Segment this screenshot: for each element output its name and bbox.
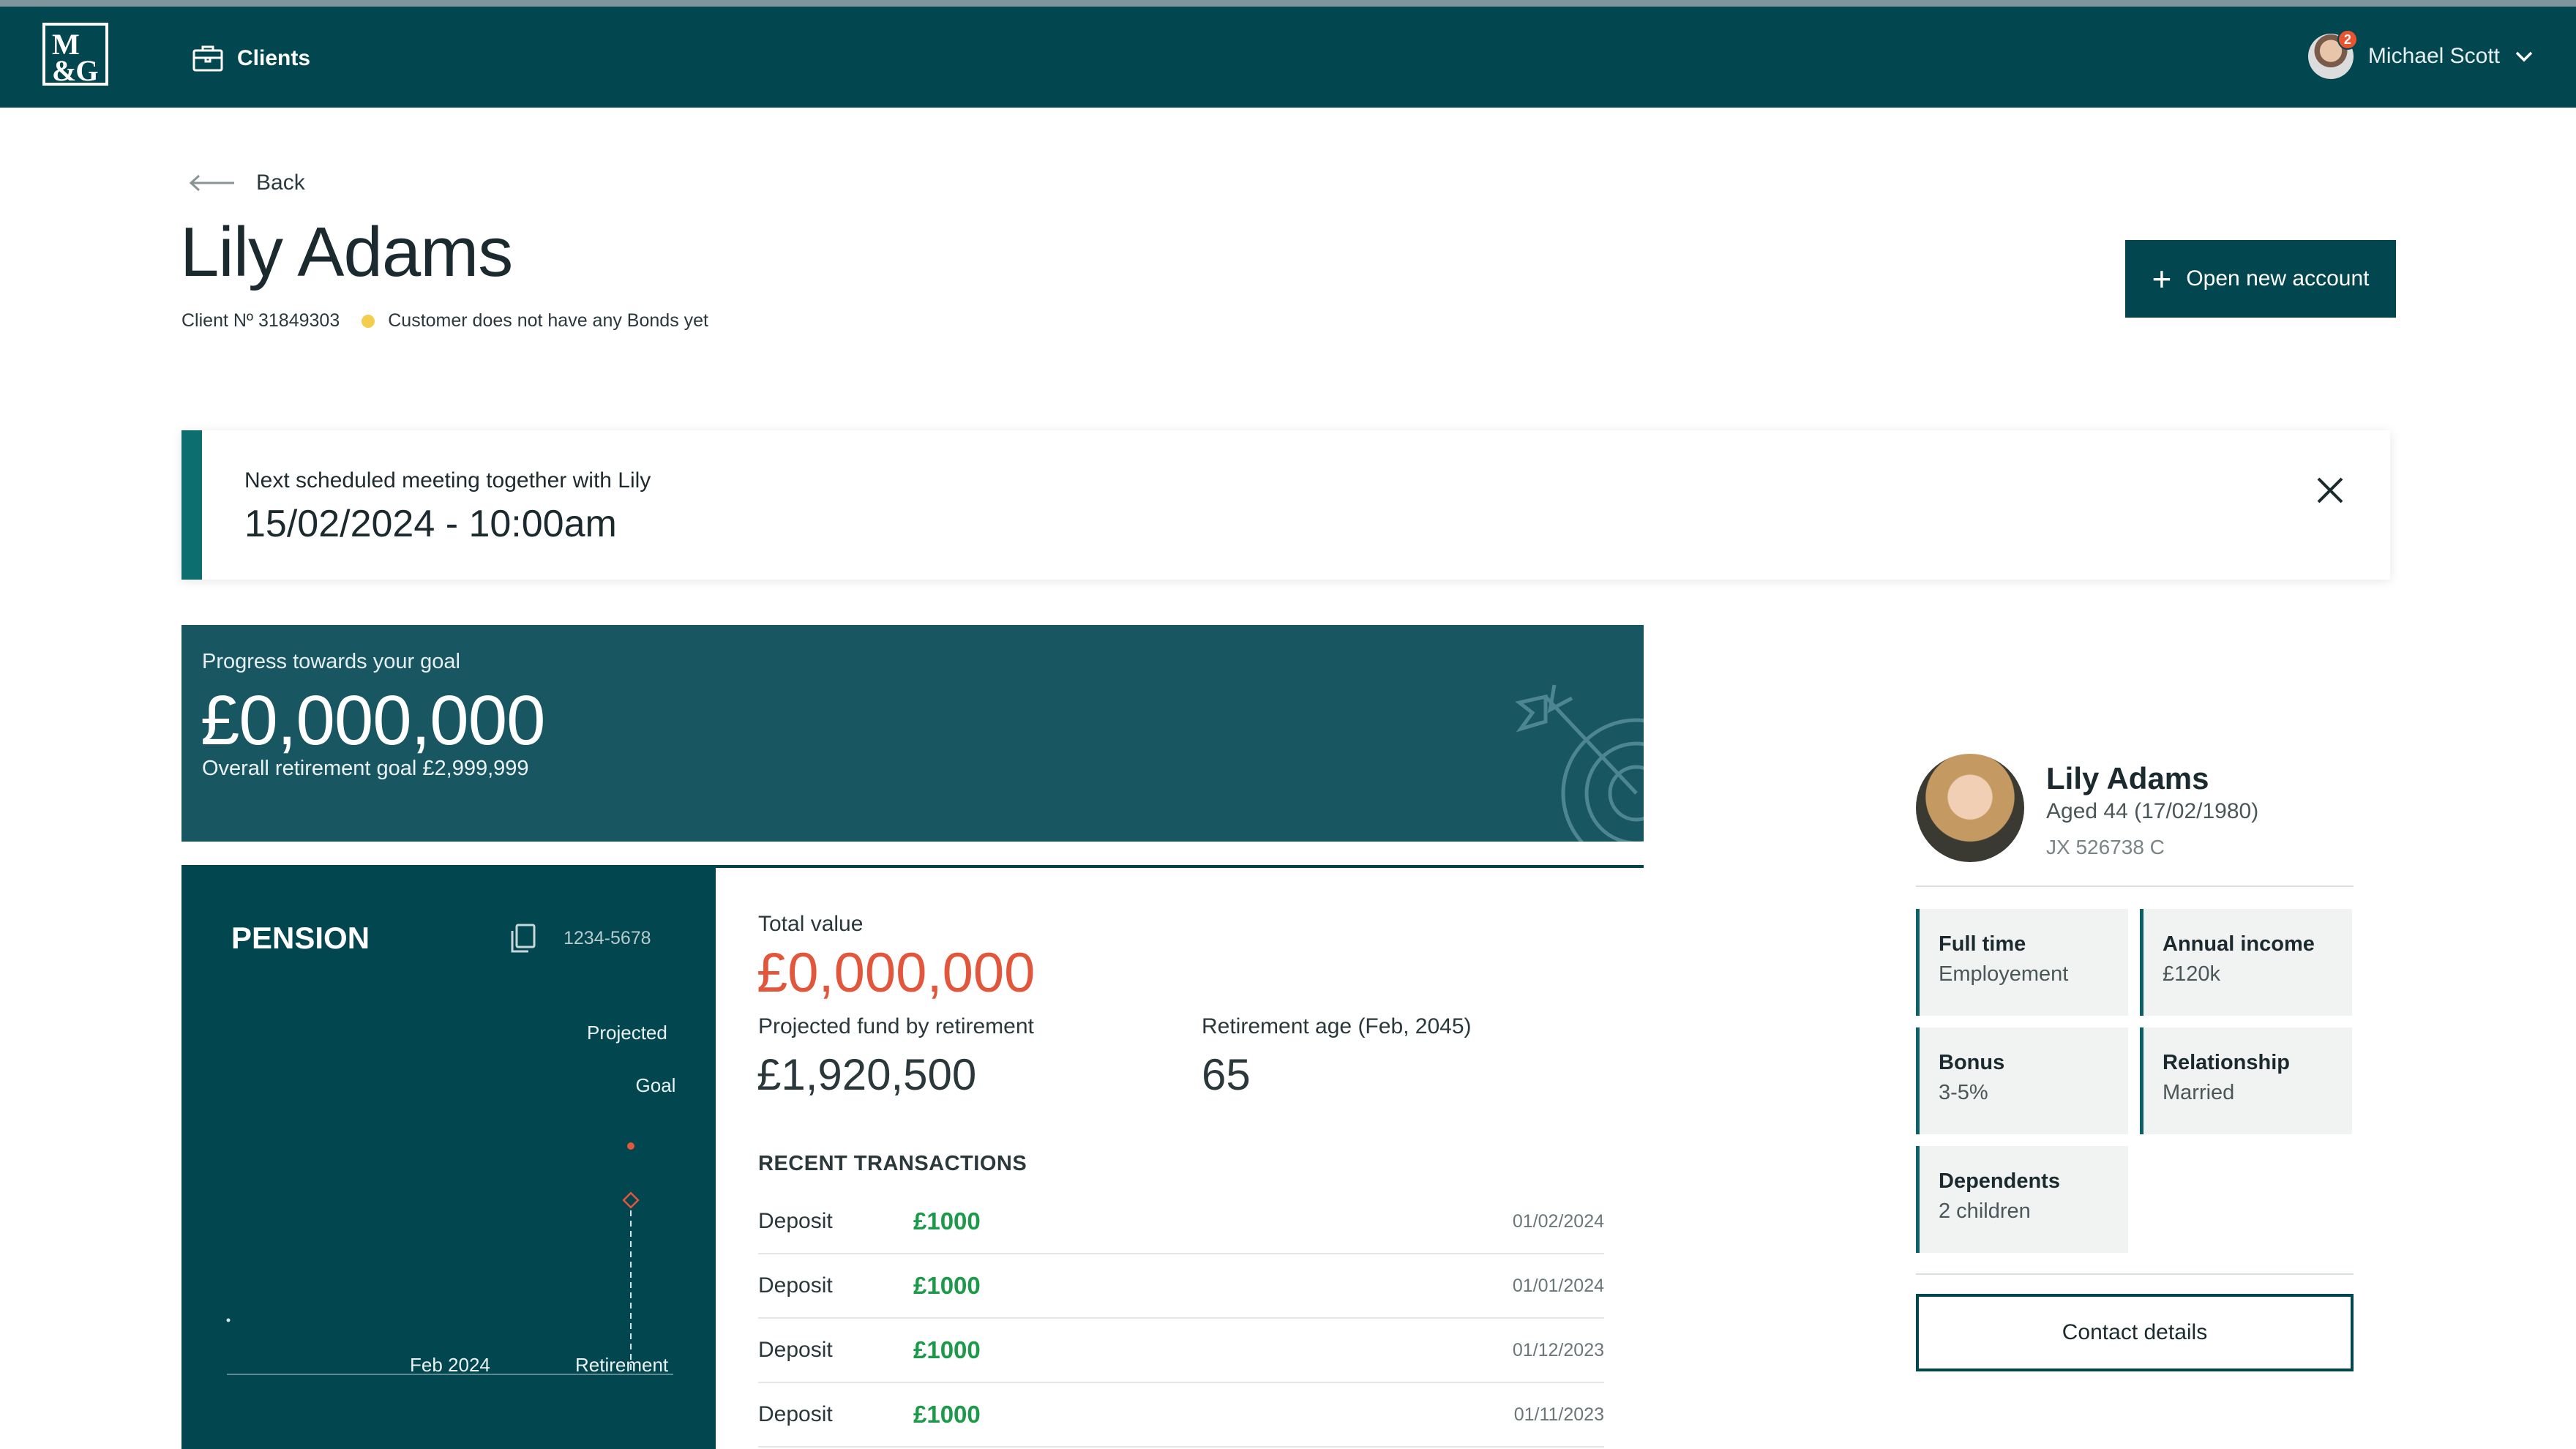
- pension-summary: PENSION 1234-5678 Projected Goal Feb 202…: [184, 868, 716, 1449]
- meeting-label: Next scheduled meeting together with Lil…: [244, 468, 651, 493]
- contact-details-button[interactable]: Contact details: [1916, 1294, 2354, 1371]
- account-number: 1234-5678: [564, 928, 651, 948]
- app-header: M &G Clients 2 Michael Scott: [0, 7, 2576, 108]
- total-value-label: Total value: [758, 912, 864, 936]
- back-label: Back: [256, 171, 305, 195]
- goal-progress-card: Progress towards your goal £0,000,000 Ov…: [181, 625, 1644, 842]
- tile-dependents: Dependents 2 children: [1916, 1146, 2128, 1253]
- start-point: [226, 1318, 231, 1322]
- tile-value: 3-5%: [1939, 1081, 1988, 1104]
- goal-label-chart: Goal: [635, 1074, 676, 1096]
- chevron-down-icon: [2515, 44, 2534, 69]
- goal-label: Progress towards your goal: [202, 650, 460, 673]
- transaction-amount: £1000: [913, 1208, 981, 1235]
- tile-value: 2 children: [1939, 1199, 2031, 1223]
- profile-divider: [1916, 886, 2354, 887]
- transaction-amount: £1000: [913, 1272, 981, 1299]
- arrow-left-icon: [189, 174, 234, 192]
- tile-bonus: Bonus 3-5%: [1916, 1027, 2128, 1134]
- transaction-type: Deposit: [758, 1402, 833, 1426]
- projected-fund-label: Projected fund by retirement: [758, 1014, 1034, 1038]
- tile-value: £120k: [2163, 962, 2221, 986]
- logo-line-2: &G: [52, 54, 98, 87]
- transaction-type: Deposit: [758, 1273, 833, 1298]
- tile-employment: Full time Employement: [1916, 909, 2128, 1016]
- transaction-date: 01/01/2024: [1512, 1275, 1604, 1296]
- tile-title: Dependents: [1939, 1169, 2060, 1193]
- client-avatar: [1916, 754, 2024, 862]
- top-accent-line: [0, 0, 2576, 7]
- bonds-status: Customer does not have any Bonds yet: [362, 310, 708, 332]
- user-avatar: 2: [2307, 29, 2358, 79]
- mg-logo[interactable]: M &G: [42, 23, 108, 86]
- total-value: £0,000,000: [757, 942, 1036, 1004]
- transaction-date: 01/11/2023: [1513, 1404, 1604, 1425]
- transaction-amount: £1000: [913, 1401, 981, 1428]
- goal-marker: [622, 1191, 640, 1209]
- notification-badge: 2: [2337, 29, 2358, 50]
- transaction-type: Deposit: [758, 1209, 833, 1233]
- user-menu[interactable]: 2 Michael Scott: [2307, 29, 2534, 84]
- x-tick-start: Feb 2024: [410, 1354, 490, 1376]
- briefcase-icon: [192, 45, 223, 72]
- transaction-type: Deposit: [758, 1338, 833, 1362]
- tile-value: Married: [2163, 1081, 2235, 1104]
- copy-icon[interactable]: [508, 922, 537, 954]
- status-dot: [362, 315, 375, 329]
- projected-fund-value: £1,920,500: [757, 1050, 977, 1099]
- open-new-account-label: Open new account: [2186, 266, 2370, 291]
- back-link[interactable]: Back: [189, 165, 305, 201]
- transaction-row[interactable]: Deposit £1000 01/01/2024: [758, 1254, 1604, 1319]
- transaction-date: 01/02/2024: [1512, 1210, 1604, 1232]
- plus-icon: +: [2152, 260, 2172, 298]
- target-arrow-icon: [1515, 684, 1644, 842]
- profile-age: Aged 44 (17/02/1980): [2046, 799, 2259, 823]
- meeting-datetime: 15/02/2024 - 10:00am: [244, 503, 617, 545]
- retirement-age-value: 65: [1202, 1050, 1251, 1099]
- page-title: Lily Adams: [180, 213, 513, 291]
- profile-divider: [1916, 1273, 2354, 1275]
- tile-title: Bonus: [1939, 1051, 2005, 1074]
- bonds-status-text: Customer does not have any Bonds yet: [388, 310, 708, 331]
- user-name: Michael Scott: [2367, 44, 2500, 68]
- tile-value: Employement: [1939, 962, 2069, 986]
- nav-clients[interactable]: Clients: [192, 40, 310, 77]
- profile-ni-number: JX 526738 C: [2046, 836, 2165, 858]
- tile-title: Full time: [1939, 932, 2026, 956]
- projected-label: Projected: [587, 1022, 667, 1044]
- retirement-age-label: Retirement age (Feb, 2045): [1202, 1014, 1472, 1038]
- tile-annual-income: Annual income £120k: [2140, 909, 2352, 1016]
- tile-title: Relationship: [2163, 1051, 2291, 1074]
- transaction-row[interactable]: Deposit £1000 01/11/2023: [758, 1383, 1604, 1448]
- client-number: Client Nº 31849303: [181, 310, 340, 331]
- pension-card: PENSION 1234-5678 Projected Goal Feb 202…: [181, 865, 1644, 1449]
- goal-amount: £0,000,000: [201, 681, 545, 760]
- transaction-row[interactable]: Deposit £1000 01/02/2024: [758, 1190, 1604, 1254]
- transaction-date: 01/12/2023: [1512, 1339, 1604, 1360]
- transaction-row[interactable]: Deposit £1000 01/12/2023: [758, 1319, 1604, 1383]
- pension-projection-chart: [226, 1142, 673, 1375]
- pension-title: PENSION: [231, 921, 370, 955]
- client-meta: Client Nº 31849303 Customer does not hav…: [181, 310, 708, 332]
- transaction-amount: £1000: [913, 1336, 981, 1363]
- projected-marker: [627, 1142, 634, 1150]
- open-new-account-button[interactable]: + Open new account: [2125, 240, 2396, 318]
- tile-title: Annual income: [2163, 932, 2315, 956]
- close-icon[interactable]: [2314, 474, 2346, 506]
- transactions-list: Deposit £1000 01/02/2024 Deposit £1000 0…: [758, 1190, 1604, 1448]
- tile-relationship: Relationship Married: [2140, 1027, 2352, 1134]
- profile-name: Lily Adams: [2046, 761, 2209, 795]
- x-tick-end: Retirement: [575, 1354, 669, 1376]
- recent-transactions-title: RECENT TRANSACTIONS: [758, 1152, 1027, 1175]
- pension-details: Total value £0,000,000 Projected fund by…: [716, 868, 1644, 1449]
- goal-overall: Overall retirement goal £2,999,999: [202, 757, 529, 780]
- meeting-banner: Next scheduled meeting together with Lil…: [181, 430, 2390, 580]
- nav-clients-label: Clients: [237, 46, 311, 70]
